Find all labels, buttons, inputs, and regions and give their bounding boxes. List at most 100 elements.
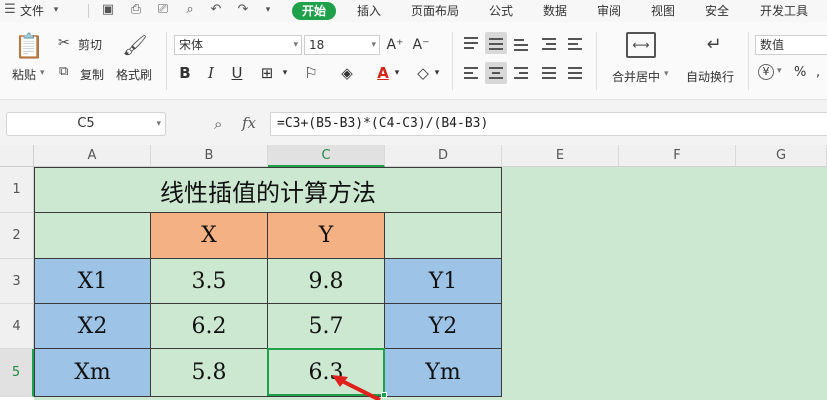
cell-d3[interactable]: Y1 — [385, 259, 502, 304]
print-icon[interactable]: ⎚ — [155, 2, 171, 18]
menu-icon[interactable]: ☰ — [2, 2, 18, 18]
cell-a4[interactable]: X2 — [34, 304, 151, 349]
insert-function-button[interactable]: fx — [242, 114, 256, 132]
select-all-corner[interactable] — [0, 145, 34, 167]
zoom-icon[interactable]: ⌕ — [214, 115, 222, 133]
comma-style-icon[interactable]: , — [816, 65, 820, 80]
chevron-down-icon[interactable]: ▾ — [40, 68, 45, 78]
paste-icon[interactable]: 📋 — [14, 32, 44, 60]
tab-developer[interactable]: 开发工具 — [760, 2, 808, 20]
cell-c3[interactable]: 9.8 — [268, 259, 385, 304]
cell-a2[interactable] — [34, 213, 151, 259]
copy-button[interactable]: 复制 — [80, 66, 104, 83]
cell-a3[interactable]: X1 — [34, 259, 151, 304]
cell-b5[interactable]: 5.8 — [151, 349, 268, 397]
chevron-down-icon[interactable]: ▾ — [392, 62, 402, 84]
scissors-icon[interactable]: ✂ — [58, 35, 70, 51]
fill-bucket-icon[interactable]: ◈ — [336, 62, 358, 84]
cell-d4[interactable]: Y2 — [385, 304, 502, 349]
fill-color-icon[interactable]: ⚐ — [300, 62, 322, 84]
undo-icon[interactable]: ↶ — [208, 2, 224, 18]
row-header-1[interactable]: 1 — [0, 167, 34, 213]
merge-center-button[interactable]: 合并居中 — [612, 68, 660, 85]
column-header-f[interactable]: F — [619, 145, 736, 167]
align-right-icon[interactable] — [510, 62, 532, 84]
border-icon[interactable]: ⊞ — [256, 62, 278, 84]
chevron-down-icon[interactable]: ▾ — [777, 66, 782, 76]
cut-button[interactable]: 剪切 — [78, 36, 102, 53]
cell-b2[interactable]: X — [151, 213, 268, 259]
italic-button[interactable]: I — [200, 62, 222, 84]
cell-b4[interactable]: 6.2 — [151, 304, 268, 349]
cell-title[interactable]: 线性插值的计算方法 — [34, 167, 502, 213]
currency-button[interactable]: ¥ — [758, 64, 774, 80]
font-size-select[interactable]: 18 ▾ — [304, 35, 380, 55]
column-header-e[interactable]: E — [502, 145, 619, 167]
underline-button[interactable]: U — [226, 62, 248, 84]
percent-button[interactable]: % — [794, 65, 806, 80]
align-top-icon[interactable] — [460, 32, 482, 54]
wrap-text-icon[interactable]: ↵ — [700, 32, 728, 58]
chevron-down-icon[interactable]: ▾ — [260, 2, 276, 18]
merge-cells-icon[interactable]: ⟷ — [626, 32, 656, 58]
cell-d2[interactable] — [385, 213, 502, 259]
menu-file[interactable]: 文件 — [20, 2, 44, 20]
tab-formulas[interactable]: 公式 — [489, 2, 513, 20]
ribbon: 📋 粘贴 ▾ ✂ 剪切 ⧉ 复制 🖌 格式刷 宋体 ▾ 18 ▾ A⁺ A⁻ B… — [0, 22, 827, 100]
tab-data[interactable]: 数据 — [543, 2, 567, 20]
formula-input[interactable]: =C3+(B5-B3)*(C4-C3)/(B4-B3) — [270, 112, 827, 136]
cell-c2[interactable]: Y — [268, 213, 385, 259]
cell-c4[interactable]: 5.7 — [268, 304, 385, 349]
align-left-icon[interactable] — [460, 62, 482, 84]
cell-d5[interactable]: Ym — [385, 349, 502, 397]
bold-button[interactable]: B — [174, 62, 196, 84]
indent-icon[interactable] — [538, 32, 560, 54]
outdent-icon[interactable] — [564, 32, 586, 54]
chevron-down-icon[interactable]: ▾ — [280, 62, 290, 84]
font-color-button[interactable]: A — [372, 62, 394, 84]
chevron-down-icon[interactable]: ▾ — [48, 2, 64, 18]
column-header-c[interactable]: C — [268, 145, 385, 167]
cell-a5[interactable]: Xm — [34, 349, 151, 397]
eraser-icon[interactable]: ◇ — [412, 62, 434, 84]
tab-security[interactable]: 安全 — [705, 2, 729, 20]
row-header-3[interactable]: 3 — [0, 259, 34, 304]
menu-bar: ☰ 文件 ▾ ▣ ⎙ ⎚ ⌕ ↶ ↷ ▾ 开始 插入 页面布局 公式 数据 审阅… — [0, 0, 827, 22]
tab-insert[interactable]: 插入 — [357, 2, 381, 20]
tab-view[interactable]: 视图 — [651, 2, 675, 20]
row-header-4[interactable]: 4 — [0, 304, 34, 349]
format-painter-button[interactable]: 格式刷 — [116, 66, 152, 83]
distributed-icon[interactable] — [564, 62, 586, 84]
row-header-2[interactable]: 2 — [0, 213, 34, 259]
justify-icon[interactable] — [538, 62, 560, 84]
export-pdf-icon[interactable]: ⎙ — [128, 2, 144, 18]
column-header-a[interactable]: A — [34, 145, 151, 167]
formula-bar: C5 ▾ ⌕ fx =C3+(B5-B3)*(C4-C3)/(B4-B3) — [0, 100, 827, 145]
cell-b3[interactable]: 3.5 — [151, 259, 268, 304]
tab-home[interactable]: 开始 — [292, 2, 337, 20]
tab-review[interactable]: 审阅 — [597, 2, 621, 20]
print-preview-icon[interactable]: ⌕ — [182, 2, 198, 18]
column-header-g[interactable]: G — [736, 145, 827, 167]
align-middle-icon[interactable] — [485, 32, 507, 54]
paste-button[interactable]: 粘贴 — [12, 66, 36, 83]
increase-font-icon[interactable]: A⁺ — [384, 34, 406, 56]
save-icon[interactable]: ▣ — [100, 2, 116, 18]
decrease-font-icon[interactable]: A⁻ — [410, 34, 432, 56]
column-header-d[interactable]: D — [385, 145, 502, 167]
number-format-select[interactable]: 数值 — [755, 35, 827, 55]
chevron-down-icon[interactable]: ▾ — [664, 69, 669, 79]
copy-icon[interactable]: ⧉ — [59, 64, 68, 79]
chevron-down-icon[interactable]: ▾ — [432, 62, 442, 84]
ribbon-separator — [748, 32, 749, 90]
align-bottom-icon[interactable] — [510, 32, 532, 54]
column-header-b[interactable]: B — [151, 145, 268, 167]
wrap-text-button[interactable]: 自动换行 — [686, 68, 734, 85]
row-header-5[interactable]: 5 — [0, 349, 34, 397]
font-name-select[interactable]: 宋体 ▾ — [174, 35, 302, 55]
format-painter-icon[interactable]: 🖌 — [122, 32, 148, 58]
tab-page-layout[interactable]: 页面布局 — [411, 2, 459, 20]
name-box[interactable]: C5 ▾ — [6, 112, 166, 136]
redo-icon[interactable]: ↷ — [235, 2, 251, 18]
align-center-icon[interactable] — [485, 62, 507, 84]
